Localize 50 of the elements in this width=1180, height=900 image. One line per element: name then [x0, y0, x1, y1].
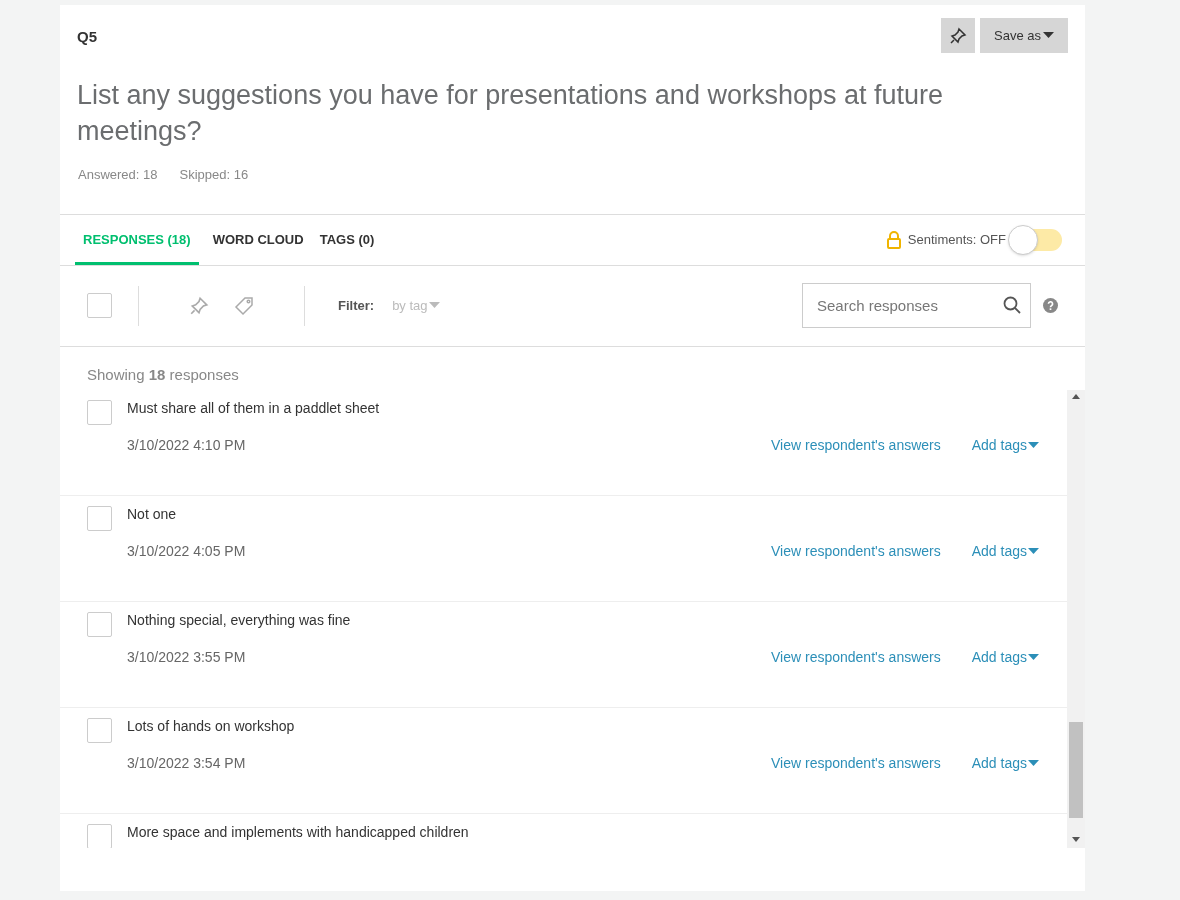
question-number: Q5: [77, 27, 97, 47]
tag-icon[interactable]: [234, 295, 254, 316]
skipped-count: Skipped: 16: [179, 166, 249, 184]
search-field[interactable]: Search responses: [802, 283, 1031, 328]
view-answers-link[interactable]: View respondent's answers: [771, 753, 941, 774]
showing-count: Showing 18 responses: [86, 364, 240, 385]
response-date: 3/10/2022 4:10 PM: [127, 436, 246, 455]
caret-icon: [1028, 442, 1039, 449]
response-text: More space and implements with handicapped children: [127, 823, 470, 842]
response-date: 3/10/2022 3:55 PM: [127, 648, 246, 667]
add-tags-dropdown[interactable]: Add tags: [971, 435, 1039, 456]
tab[interactable]: RESPONSES (18): [75, 214, 199, 265]
view-answers-link[interactable]: View respondent's answers: [771, 541, 941, 562]
response-checkbox[interactable]: [87, 718, 112, 743]
response-date: 3/10/2022 4:05 PM: [127, 542, 246, 561]
select-all-checkbox[interactable]: [87, 293, 112, 318]
pin-icon[interactable]: [189, 295, 209, 316]
response-checkbox[interactable]: [87, 824, 112, 848]
add-tags-dropdown[interactable]: Add tags: [971, 753, 1039, 774]
response-text: Nothing special, everything was fine: [127, 611, 352, 630]
sentiments-label: Sentiments: OFF: [907, 230, 1006, 249]
save-as-button[interactable]: Save as: [980, 18, 1068, 53]
response-checkbox[interactable]: [87, 506, 112, 531]
response-checkbox[interactable]: [87, 612, 112, 637]
caret-icon: [1028, 760, 1039, 767]
filter-dropdown[interactable]: by tag: [392, 295, 440, 316]
response-checkbox[interactable]: [87, 400, 112, 425]
answered-count: Answered: 18: [78, 166, 158, 184]
response-text: Must share all of them in a paddlet sheet: [127, 399, 381, 418]
tab[interactable]: WORD CLOUD: [204, 214, 312, 265]
caret-icon: [1043, 32, 1054, 39]
response-date: 3/10/2022 3:54 PM: [127, 754, 246, 773]
caret-icon: [1028, 654, 1039, 661]
filter-label: Filter:: [338, 296, 375, 315]
pin-button[interactable]: [941, 18, 975, 53]
question-text: List any suggestions you have for presentations and workshops at future meetings?: [76, 79, 945, 148]
caret-icon: [1028, 548, 1039, 555]
caret-icon: [428, 302, 440, 309]
search-icon: [1003, 296, 1021, 314]
view-answers-link[interactable]: View respondent's answers: [771, 647, 941, 668]
add-tags-dropdown[interactable]: Add tags: [971, 647, 1039, 668]
tab[interactable]: TAGS (0): [311, 214, 383, 265]
lock-icon: [885, 230, 902, 249]
response-text: Not one: [127, 505, 178, 524]
response-text: Lots of hands on workshop: [127, 717, 296, 736]
scrollbar[interactable]: [1067, 390, 1085, 848]
add-tags-dropdown[interactable]: Add tags: [971, 541, 1039, 562]
view-answers-link[interactable]: View respondent's answers: [771, 435, 941, 456]
help-icon[interactable]: [1043, 298, 1058, 313]
pin-icon: [949, 26, 967, 45]
